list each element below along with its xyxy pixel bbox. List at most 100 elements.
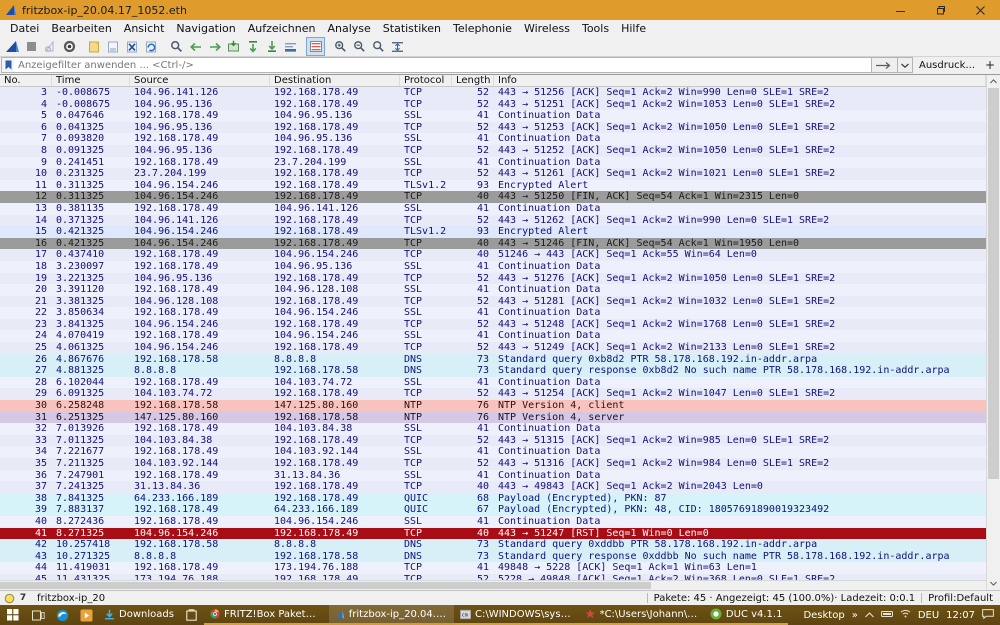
menu-navigation[interactable]: Navigation	[170, 20, 241, 37]
filter-expression-button[interactable]: Ausdruck...	[913, 57, 981, 73]
display-filter-input[interactable]: Anzeigefilter anwenden ... <Ctrl-/>	[14, 57, 871, 73]
table-row[interactable]: 28 6.102044 192.168.178.49 104.103.74.72 SSL…	[0, 376, 986, 389]
table-row[interactable]: 19 3.221325 104.96.95.136 192.168.178.49 TCP…	[0, 272, 986, 285]
table-row[interactable]: 8 0.091325 104.96.95.136 192.168.178.49 TCP 5…	[0, 144, 986, 157]
zoom-in-icon[interactable]	[331, 37, 350, 56]
table-row[interactable]: 29 6.091325 104.103.74.72 192.168.178.49 TCP…	[0, 388, 986, 401]
vertical-scrollbar-thumb[interactable]	[988, 88, 999, 480]
table-row[interactable]: 27 4.881325 8.8.8.8 192.168.178.58 DNS 73 Stan…	[0, 365, 986, 377]
table-row[interactable]: 25 4.061325 104.96.154.246 192.168.178.49 TC…	[0, 342, 986, 354]
store-icon[interactable]	[180, 605, 204, 625]
table-row[interactable]: 37 7.241325 31.13.84.36 192.168.178.49 TCP 40…	[0, 481, 986, 493]
table-row[interactable]: 34 7.221677 192.168.178.49 104.103.92.144 SS…	[0, 446, 986, 458]
table-row[interactable]: 17 0.437410 192.168.178.49 104.96.154.246 TC…	[0, 249, 986, 261]
table-row[interactable]: 42 10.257418 192.168.178.58 8.8.8.8 DNS 73 Sta…	[0, 539, 986, 551]
filter-history-dropdown[interactable]	[896, 57, 913, 73]
taskbar-item-downloads[interactable]: Downloads	[98, 605, 180, 625]
menu-wireless[interactable]: Wireless	[518, 20, 576, 37]
tray-chevron-icon[interactable]	[864, 610, 874, 621]
menu-bearbeiten[interactable]: Bearbeiten	[45, 20, 117, 37]
resize-columns-icon[interactable]	[388, 37, 407, 56]
colorize-packets-icon[interactable]	[306, 37, 325, 56]
taskbar-item-notepadpp[interactable]: *C:\Users\Johann\Do...	[578, 605, 704, 625]
table-row[interactable]: 41 8.271325 104.96.154.246 192.168.178.49 TC…	[0, 527, 986, 540]
vertical-scrollbar-track[interactable]	[987, 88, 1000, 577]
taskbar-item-duc[interactable]: DUC v4.1.1	[703, 605, 789, 625]
menu-tools[interactable]: Tools	[576, 20, 615, 37]
wifi-icon[interactable]	[900, 609, 911, 621]
edge-browser-icon[interactable]	[50, 605, 74, 625]
go-last-packet-icon[interactable]	[262, 37, 281, 56]
go-back-icon[interactable]	[186, 37, 205, 56]
table-row[interactable]: 16 0.421325 104.96.154.246 192.168.178.49 TC…	[0, 237, 986, 250]
table-row[interactable]: 21 3.381325 104.96.128.108 192.168.178.49 TC…	[0, 295, 986, 308]
start-capture-icon[interactable]	[3, 37, 22, 56]
menu-datei[interactable]: Datei	[4, 20, 45, 37]
table-row[interactable]: 26 4.867676 192.168.178.58 8.8.8.8 DNS 73 Stan…	[0, 353, 986, 366]
table-row[interactable]: 11 0.311325 104.96.154.246 192.168.178.49 TL…	[0, 179, 986, 192]
column-header-length[interactable]: Length	[452, 75, 494, 86]
status-profile[interactable]: Profil:Default	[928, 593, 993, 604]
auto-scroll-icon[interactable]	[281, 37, 300, 56]
taskbar-item-chrome[interactable]: FRITZ!Box Paketmitsc...	[203, 605, 329, 625]
bookmark-icon[interactable]	[1, 57, 14, 73]
scroll-up-button[interactable]	[987, 75, 1000, 88]
table-row[interactable]: 14 0.371325 104.96.141.126 192.168.178.49 TC…	[0, 214, 986, 227]
tray-desktop-label[interactable]: Desktop	[803, 610, 844, 621]
column-header-time[interactable]: Time	[52, 75, 130, 86]
table-row[interactable]: 44 11.419031 192.168.178.49 173.194.76.188 T…	[0, 562, 986, 574]
table-row[interactable]: 39 7.883137 192.168.178.49 64.233.166.189 QU…	[0, 504, 986, 516]
apply-filter-button[interactable]	[870, 57, 897, 73]
menu-aufzeichnen[interactable]: Aufzeichnen	[242, 20, 322, 37]
capture-options-icon[interactable]	[60, 37, 79, 56]
network-icon[interactable]	[880, 609, 893, 621]
table-row[interactable]: 12 0.311325 104.96.154.246 192.168.178.49 TC…	[0, 191, 986, 203]
menu-ansicht[interactable]: Ansicht	[118, 20, 171, 37]
table-row[interactable]: 32 7.013926 192.168.178.49 104.103.84.38 SSL…	[0, 423, 986, 435]
minimize-button[interactable]	[880, 0, 920, 20]
column-header-info[interactable]: Info	[494, 75, 986, 86]
table-row[interactable]: 24 4.070419 192.168.178.49 104.96.154.246 SS…	[0, 330, 986, 343]
table-row[interactable]: 9 0.241451 192.168.178.49 23.7.204.199 SSL 41…	[0, 156, 986, 169]
restart-capture-icon[interactable]	[41, 37, 60, 56]
table-row[interactable]: 22 3.850634 192.168.178.49 104.96.154.246 SS…	[0, 307, 986, 319]
column-header-no[interactable]: No.	[0, 75, 52, 86]
save-file-icon[interactable]	[104, 37, 123, 56]
table-row[interactable]: 6 0.041325 104.96.95.136 192.168.178.49 TCP 5…	[0, 121, 986, 134]
tray-clock[interactable]: 12:07	[946, 610, 975, 621]
tray-language[interactable]: DEU	[918, 610, 939, 621]
packet-rows[interactable]: 3 -0.008675 104.96.141.126 192.168.178.49 TC…	[0, 87, 986, 580]
table-row[interactable]: 3 -0.008675 104.96.141.126 192.168.178.49 TC…	[0, 87, 986, 99]
go-first-packet-icon[interactable]	[243, 37, 262, 56]
go-to-packet-icon[interactable]	[224, 37, 243, 56]
media-player-icon[interactable]	[74, 605, 98, 625]
open-file-icon[interactable]	[85, 37, 104, 56]
zoom-out-icon[interactable]	[350, 37, 369, 56]
menu-telephonie[interactable]: Telephonie	[447, 20, 518, 37]
table-row[interactable]: 30 6.258248 192.168.178.58 147.125.80.160 NT…	[0, 400, 986, 412]
taskbar-item-cmd[interactable]: cm C:\WINDOWS\system...	[453, 605, 579, 625]
horizontal-scrollbar-thumb[interactable]	[0, 582, 651, 589]
table-row[interactable]: 23 3.841325 104.96.154.246 192.168.178.49 TC…	[0, 318, 986, 331]
table-row[interactable]: 40 8.272436 192.168.178.49 104.96.154.246 SS…	[0, 515, 986, 528]
task-view-icon[interactable]	[26, 605, 50, 625]
expert-info-icon[interactable]: 7	[17, 593, 29, 604]
go-forward-icon[interactable]	[205, 37, 224, 56]
table-row[interactable]: 35 7.211325 104.103.92.144 192.168.178.49 TC…	[0, 458, 986, 470]
reload-file-icon[interactable]	[142, 37, 161, 56]
table-row[interactable]: 43 10.271325 8.8.8.8 192.168.178.58 DNS 73 Sta…	[0, 550, 986, 563]
find-packet-icon[interactable]	[167, 37, 186, 56]
add-filter-button[interactable]: +	[981, 57, 999, 73]
table-row[interactable]: 15 0.421325 104.96.154.246 192.168.178.49 TL…	[0, 226, 986, 238]
menu-hilfe[interactable]: Hilfe	[615, 20, 652, 37]
table-row[interactable]: 18 3.230097 192.168.178.49 104.96.95.136 SSL…	[0, 260, 986, 273]
vertical-scrollbar[interactable]	[986, 75, 1000, 590]
table-row[interactable]: 7 0.093820 192.168.178.49 104.96.95.136 SSL 4…	[0, 133, 986, 145]
horizontal-scrollbar[interactable]	[0, 580, 986, 590]
table-row[interactable]: 5 0.047646 192.168.178.49 104.96.95.136 SSL 4…	[0, 110, 986, 122]
table-row[interactable]: 20 3.391120 192.168.178.49 104.96.128.108 SS…	[0, 284, 986, 296]
windows-start-icon[interactable]	[0, 605, 26, 625]
table-row[interactable]: 4 -0.008675 104.96.95.136 192.168.178.49 TCP…	[0, 98, 986, 111]
table-row[interactable]: 31 6.251325 147.125.80.160 192.168.178.58 NT…	[0, 411, 986, 424]
column-header-source[interactable]: Source	[130, 75, 270, 86]
